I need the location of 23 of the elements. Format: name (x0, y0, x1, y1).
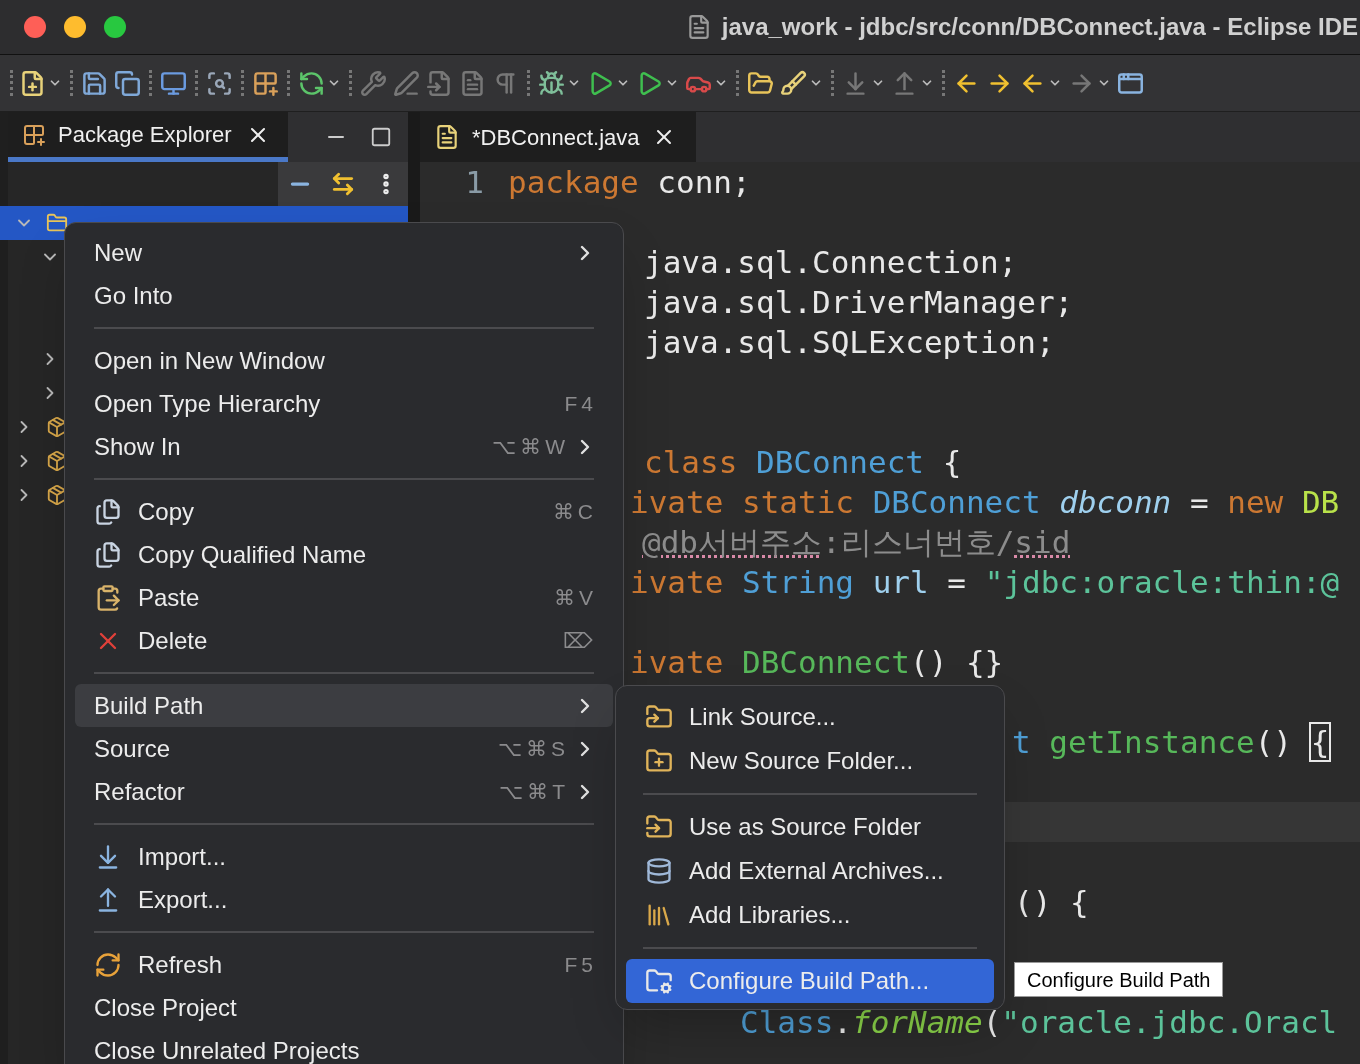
shortcut-label: ⌦ (563, 627, 597, 654)
shortcut-label: ⌘C (552, 498, 597, 525)
code-line: class DBConnect { (644, 442, 962, 482)
code-line: @db서버주소:리스너번호/sid (642, 522, 1071, 562)
shortcut-label: ⌥⌘S (498, 735, 569, 762)
code-line: java.sql.DriverManager; (644, 282, 1074, 322)
shortcut-label: F5 (564, 951, 597, 978)
code-line: Class.forName("oracle.jdbc.Oracl (740, 1002, 1338, 1042)
tooltip: Configure Build Path (1014, 962, 1224, 997)
shortcut-label: ⌥⌘T (499, 778, 569, 805)
line-number: 1 (465, 163, 484, 200)
code-line: java.sql.Connection; (644, 242, 1018, 282)
code-line: ivate String url = "jdbc:oracle:thin:@ (630, 562, 1340, 602)
shortcut-label: ⌘V (554, 584, 597, 611)
code-line: t getInstance() { (1012, 722, 1330, 762)
code-line: package conn; (508, 162, 751, 202)
code-line: java.sql.SQLException; (644, 322, 1055, 362)
code-line: ivate DBConnect() {} (630, 642, 1004, 682)
window-title: java_work - jdbc/src/conn/DBConnect.java - Eclipse IDE (721, 12, 1358, 42)
code-line: () { (1014, 882, 1089, 922)
shortcut-label: F4 (564, 390, 597, 417)
code-line: ivate static DBConnect dbconn = new DB (630, 482, 1340, 522)
shortcut-label: ⌥⌘W (492, 433, 569, 460)
